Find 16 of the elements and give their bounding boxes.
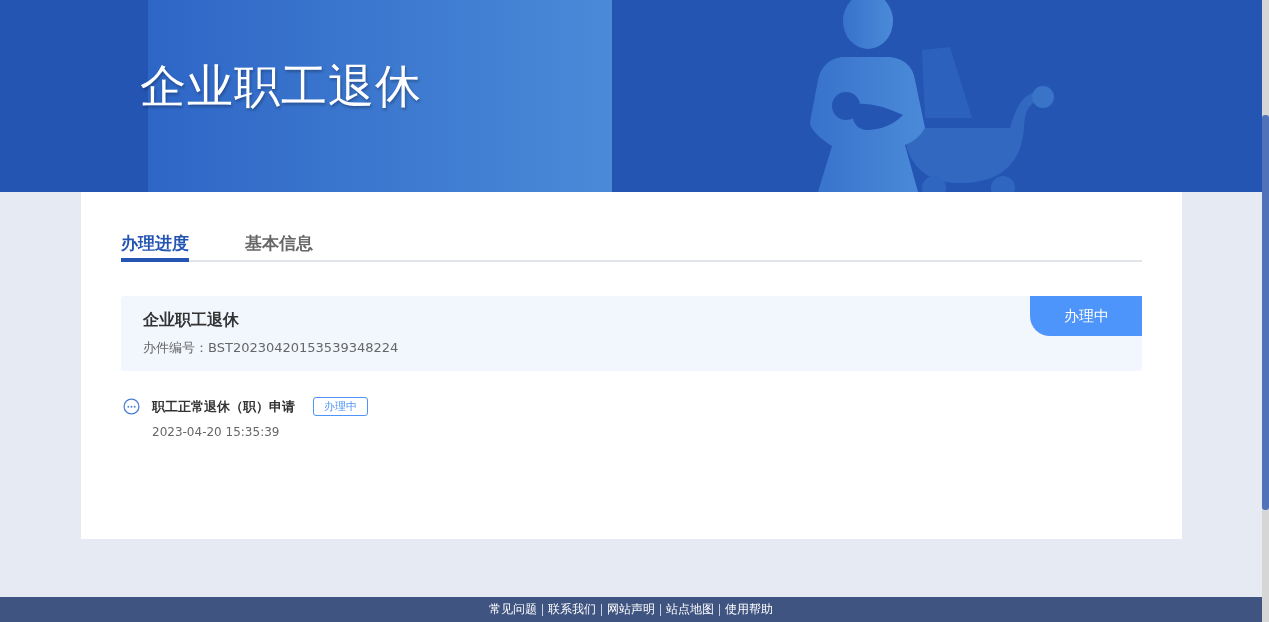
scrollbar[interactable] <box>1262 0 1269 622</box>
status-badge: 办理中 <box>1030 296 1142 336</box>
step-title: 职工正常退休（职）申请 <box>152 397 295 416</box>
footer-link[interactable]: 联系我们 <box>548 601 596 618</box>
tab[interactable]: 办理进度 <box>121 232 189 262</box>
tab[interactable]: 基本信息 <box>245 232 313 262</box>
record-title: 企业职工退休 <box>143 309 239 331</box>
page-title: 企业职工退休 <box>140 58 422 115</box>
pending-icon <box>123 398 140 415</box>
status-tag: 办理中 <box>313 397 368 416</box>
footer-link[interactable]: 网站声明 <box>607 601 655 618</box>
record-number: 办件编号：BST20230420153539348224 <box>143 339 399 357</box>
footer-link[interactable]: 使用帮助 <box>725 601 773 618</box>
step-time: 2023-04-20 15:35:39 <box>152 425 280 439</box>
footer-link[interactable]: 站点地图 <box>666 601 714 618</box>
footer-link[interactable]: 常见问题 <box>489 601 537 618</box>
